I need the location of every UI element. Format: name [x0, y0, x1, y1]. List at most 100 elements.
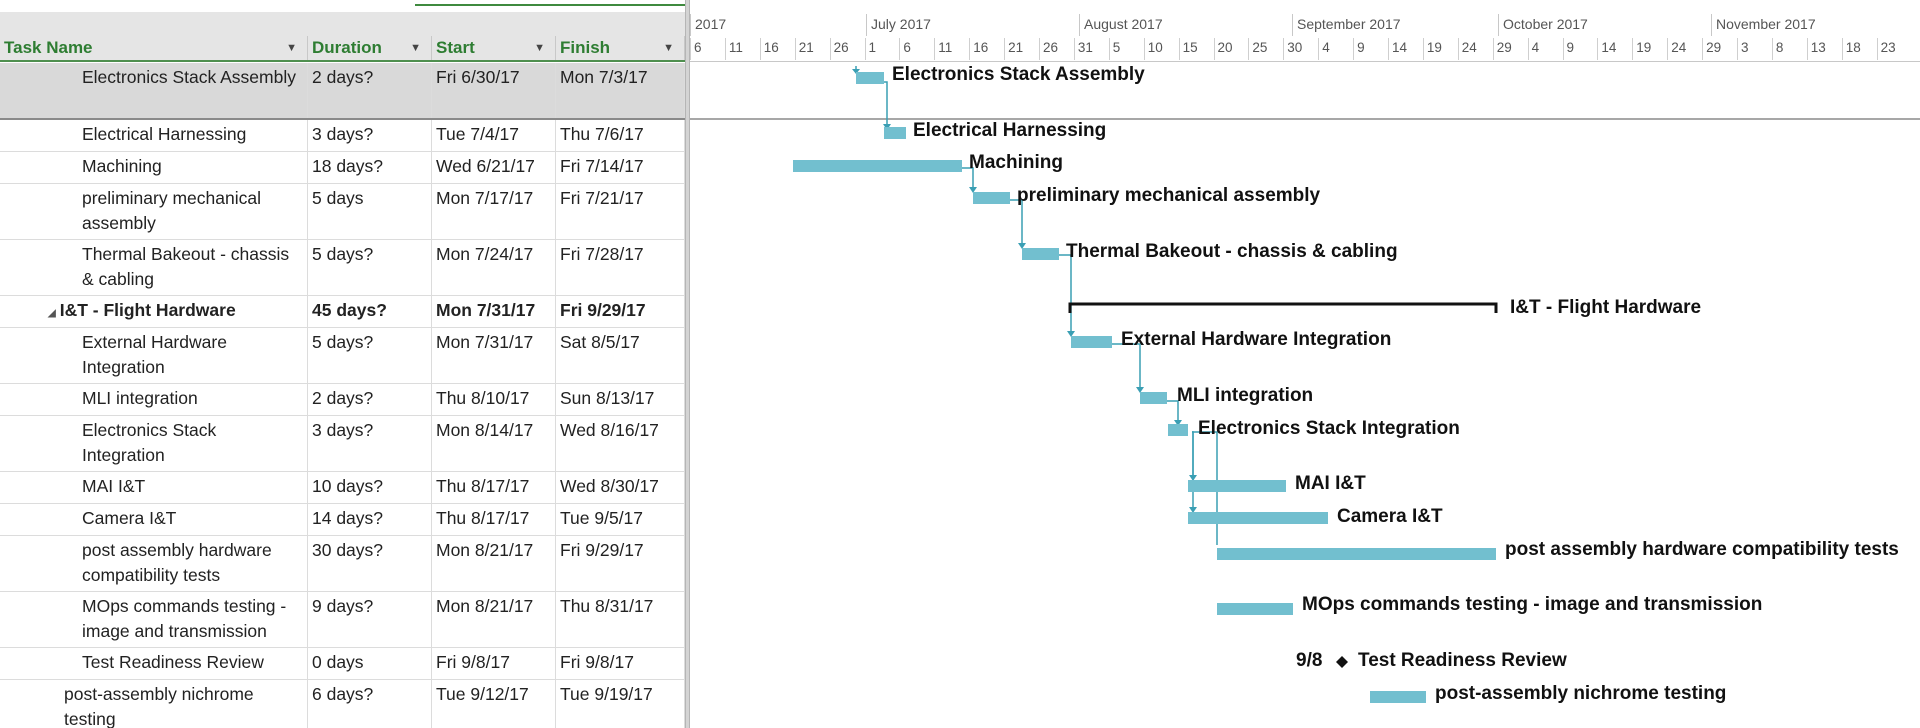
collapse-triangle-icon[interactable]: ◢ — [48, 308, 56, 319]
table-row[interactable]: Machining 18 days? Wed 6/21/17 Fri 7/14/… — [0, 152, 685, 184]
task-name-cell[interactable]: Electronics Stack Assembly — [0, 63, 308, 118]
task-bar[interactable] — [1188, 480, 1286, 492]
duration-cell[interactable]: 5 days? — [308, 240, 432, 295]
task-name-cell[interactable]: post assembly hardware compatibility tes… — [0, 536, 308, 591]
duration-cell[interactable]: 2 days? — [308, 384, 432, 415]
finish-cell[interactable]: Sat 8/5/17 — [556, 328, 685, 383]
task-bar[interactable] — [793, 160, 962, 172]
task-bar[interactable] — [884, 127, 906, 139]
task-name-cell[interactable]: MAI I&T — [0, 472, 308, 503]
task-name-cell[interactable]: Electronics Stack Integration — [0, 416, 308, 471]
column-header-finish[interactable]: Finish ▼ — [556, 36, 685, 60]
task-bar[interactable] — [1140, 392, 1167, 404]
task-bar[interactable] — [856, 72, 884, 84]
finish-cell[interactable]: Mon 7/3/17 — [556, 63, 685, 118]
dependency-link — [1112, 343, 1141, 388]
table-row[interactable]: MOps commands testing - image and transm… — [0, 592, 685, 648]
table-row[interactable]: Camera I&T 14 days? Thu 8/17/17 Tue 9/5/… — [0, 504, 685, 536]
task-name-cell[interactable]: MLI integration — [0, 384, 308, 415]
start-cell[interactable]: Tue 7/4/17 — [432, 120, 556, 151]
finish-cell[interactable]: Fri 7/28/17 — [556, 240, 685, 295]
finish-cell[interactable]: Tue 9/19/17 — [556, 680, 685, 728]
finish-cell[interactable]: Thu 7/6/17 — [556, 120, 685, 151]
column-header-start[interactable]: Start ▼ — [432, 36, 556, 60]
task-bar[interactable] — [1217, 603, 1293, 615]
table-row[interactable]: Electronics Stack Assembly 2 days? Fri 6… — [0, 63, 685, 120]
table-row[interactable]: post assembly hardware compatibility tes… — [0, 536, 685, 592]
chevron-down-icon[interactable]: ▼ — [410, 36, 421, 60]
start-cell[interactable]: Fri 6/30/17 — [432, 63, 556, 118]
table-row[interactable]: Electronics Stack Integration 3 days? Mo… — [0, 416, 685, 472]
column-header-duration[interactable]: Duration ▼ — [308, 36, 432, 60]
task-bar[interactable] — [973, 192, 1010, 204]
duration-cell[interactable]: 6 days? — [308, 680, 432, 728]
task-name-cell[interactable]: preliminary mechanical assembly — [0, 184, 308, 239]
task-bar[interactable] — [1071, 336, 1112, 348]
start-cell[interactable]: Wed 6/21/17 — [432, 152, 556, 183]
finish-cell[interactable]: Fri 7/21/17 — [556, 184, 685, 239]
task-bar[interactable] — [1188, 512, 1328, 524]
start-cell[interactable]: Tue 9/12/17 — [432, 680, 556, 728]
duration-cell[interactable]: 45 days? — [308, 296, 432, 327]
finish-cell[interactable]: Tue 9/5/17 — [556, 504, 685, 535]
finish-cell[interactable]: Fri 9/29/17 — [556, 296, 685, 327]
table-row[interactable]: post-assembly nichrome testing 6 days? T… — [0, 680, 685, 728]
task-bar[interactable] — [1168, 424, 1188, 436]
duration-cell[interactable]: 5 days? — [308, 328, 432, 383]
finish-cell[interactable]: Fri 9/29/17 — [556, 536, 685, 591]
duration-cell[interactable]: 5 days — [308, 184, 432, 239]
task-name-cell[interactable]: Thermal Bakeout - chassis & cabling — [0, 240, 308, 295]
task-bar[interactable] — [1022, 248, 1059, 260]
duration-cell[interactable]: 9 days? — [308, 592, 432, 647]
duration-cell[interactable]: 0 days — [308, 648, 432, 679]
table-row[interactable]: Thermal Bakeout - chassis & cabling 5 da… — [0, 240, 685, 296]
start-cell[interactable]: Mon 7/17/17 — [432, 184, 556, 239]
summary-bar[interactable] — [1068, 302, 1498, 313]
task-bar[interactable] — [1370, 691, 1426, 703]
task-name-cell[interactable]: MOps commands testing - image and transm… — [0, 592, 308, 647]
finish-cell[interactable]: Fri 9/8/17 — [556, 648, 685, 679]
table-row-summary[interactable]: ◢ I&T - Flight Hardware 45 days? Mon 7/31… — [0, 296, 685, 328]
start-cell[interactable]: Thu 8/17/17 — [432, 504, 556, 535]
table-row[interactable]: Electrical Harnessing 3 days? Tue 7/4/17… — [0, 120, 685, 152]
task-name-cell[interactable]: Machining — [0, 152, 308, 183]
start-cell[interactable]: Mon 7/31/17 — [432, 296, 556, 327]
start-cell[interactable]: Thu 8/10/17 — [432, 384, 556, 415]
table-row[interactable]: MLI integration 2 days? Thu 8/10/17 Sun … — [0, 384, 685, 416]
chevron-down-icon[interactable]: ▼ — [286, 36, 297, 60]
table-row[interactable]: Test Readiness Review 0 days Fri 9/8/17 … — [0, 648, 685, 680]
start-cell[interactable]: Mon 8/14/17 — [432, 416, 556, 471]
duration-cell[interactable]: 14 days? — [308, 504, 432, 535]
duration-cell[interactable]: 3 days? — [308, 120, 432, 151]
task-name-cell[interactable]: ◢ I&T - Flight Hardware — [0, 296, 308, 327]
task-name-cell[interactable]: post-assembly nichrome testing — [0, 680, 308, 728]
task-name-cell[interactable]: Camera I&T — [0, 504, 308, 535]
table-row[interactable]: MAI I&T 10 days? Thu 8/17/17 Wed 8/30/17 — [0, 472, 685, 504]
finish-cell[interactable]: Fri 7/14/17 — [556, 152, 685, 183]
start-cell[interactable]: Mon 7/31/17 — [432, 328, 556, 383]
duration-cell[interactable]: 18 days? — [308, 152, 432, 183]
duration-cell[interactable]: 3 days? — [308, 416, 432, 471]
start-cell[interactable]: Fri 9/8/17 — [432, 648, 556, 679]
finish-cell[interactable]: Wed 8/30/17 — [556, 472, 685, 503]
task-name-cell[interactable]: External Hardware Integration — [0, 328, 308, 383]
start-cell[interactable]: Thu 8/17/17 — [432, 472, 556, 503]
start-cell[interactable]: Mon 8/21/17 — [432, 536, 556, 591]
task-name-cell[interactable]: Test Readiness Review — [0, 648, 308, 679]
start-cell[interactable]: Mon 7/24/17 — [432, 240, 556, 295]
finish-cell[interactable]: Sun 8/13/17 — [556, 384, 685, 415]
table-row[interactable]: preliminary mechanical assembly 5 days M… — [0, 184, 685, 240]
milestone-diamond-icon[interactable] — [1336, 656, 1348, 668]
finish-cell[interactable]: Thu 8/31/17 — [556, 592, 685, 647]
duration-cell[interactable]: 2 days? — [308, 63, 432, 118]
table-row[interactable]: External Hardware Integration 5 days? Mo… — [0, 328, 685, 384]
start-cell[interactable]: Mon 8/21/17 — [432, 592, 556, 647]
duration-cell[interactable]: 30 days? — [308, 536, 432, 591]
task-bar[interactable] — [1217, 548, 1496, 560]
column-header-task-name[interactable]: Task Name ▼ — [0, 36, 308, 60]
finish-cell[interactable]: Wed 8/16/17 — [556, 416, 685, 471]
chevron-down-icon[interactable]: ▼ — [663, 36, 674, 60]
task-name-cell[interactable]: Electrical Harnessing — [0, 120, 308, 151]
duration-cell[interactable]: 10 days? — [308, 472, 432, 503]
chevron-down-icon[interactable]: ▼ — [534, 36, 545, 60]
